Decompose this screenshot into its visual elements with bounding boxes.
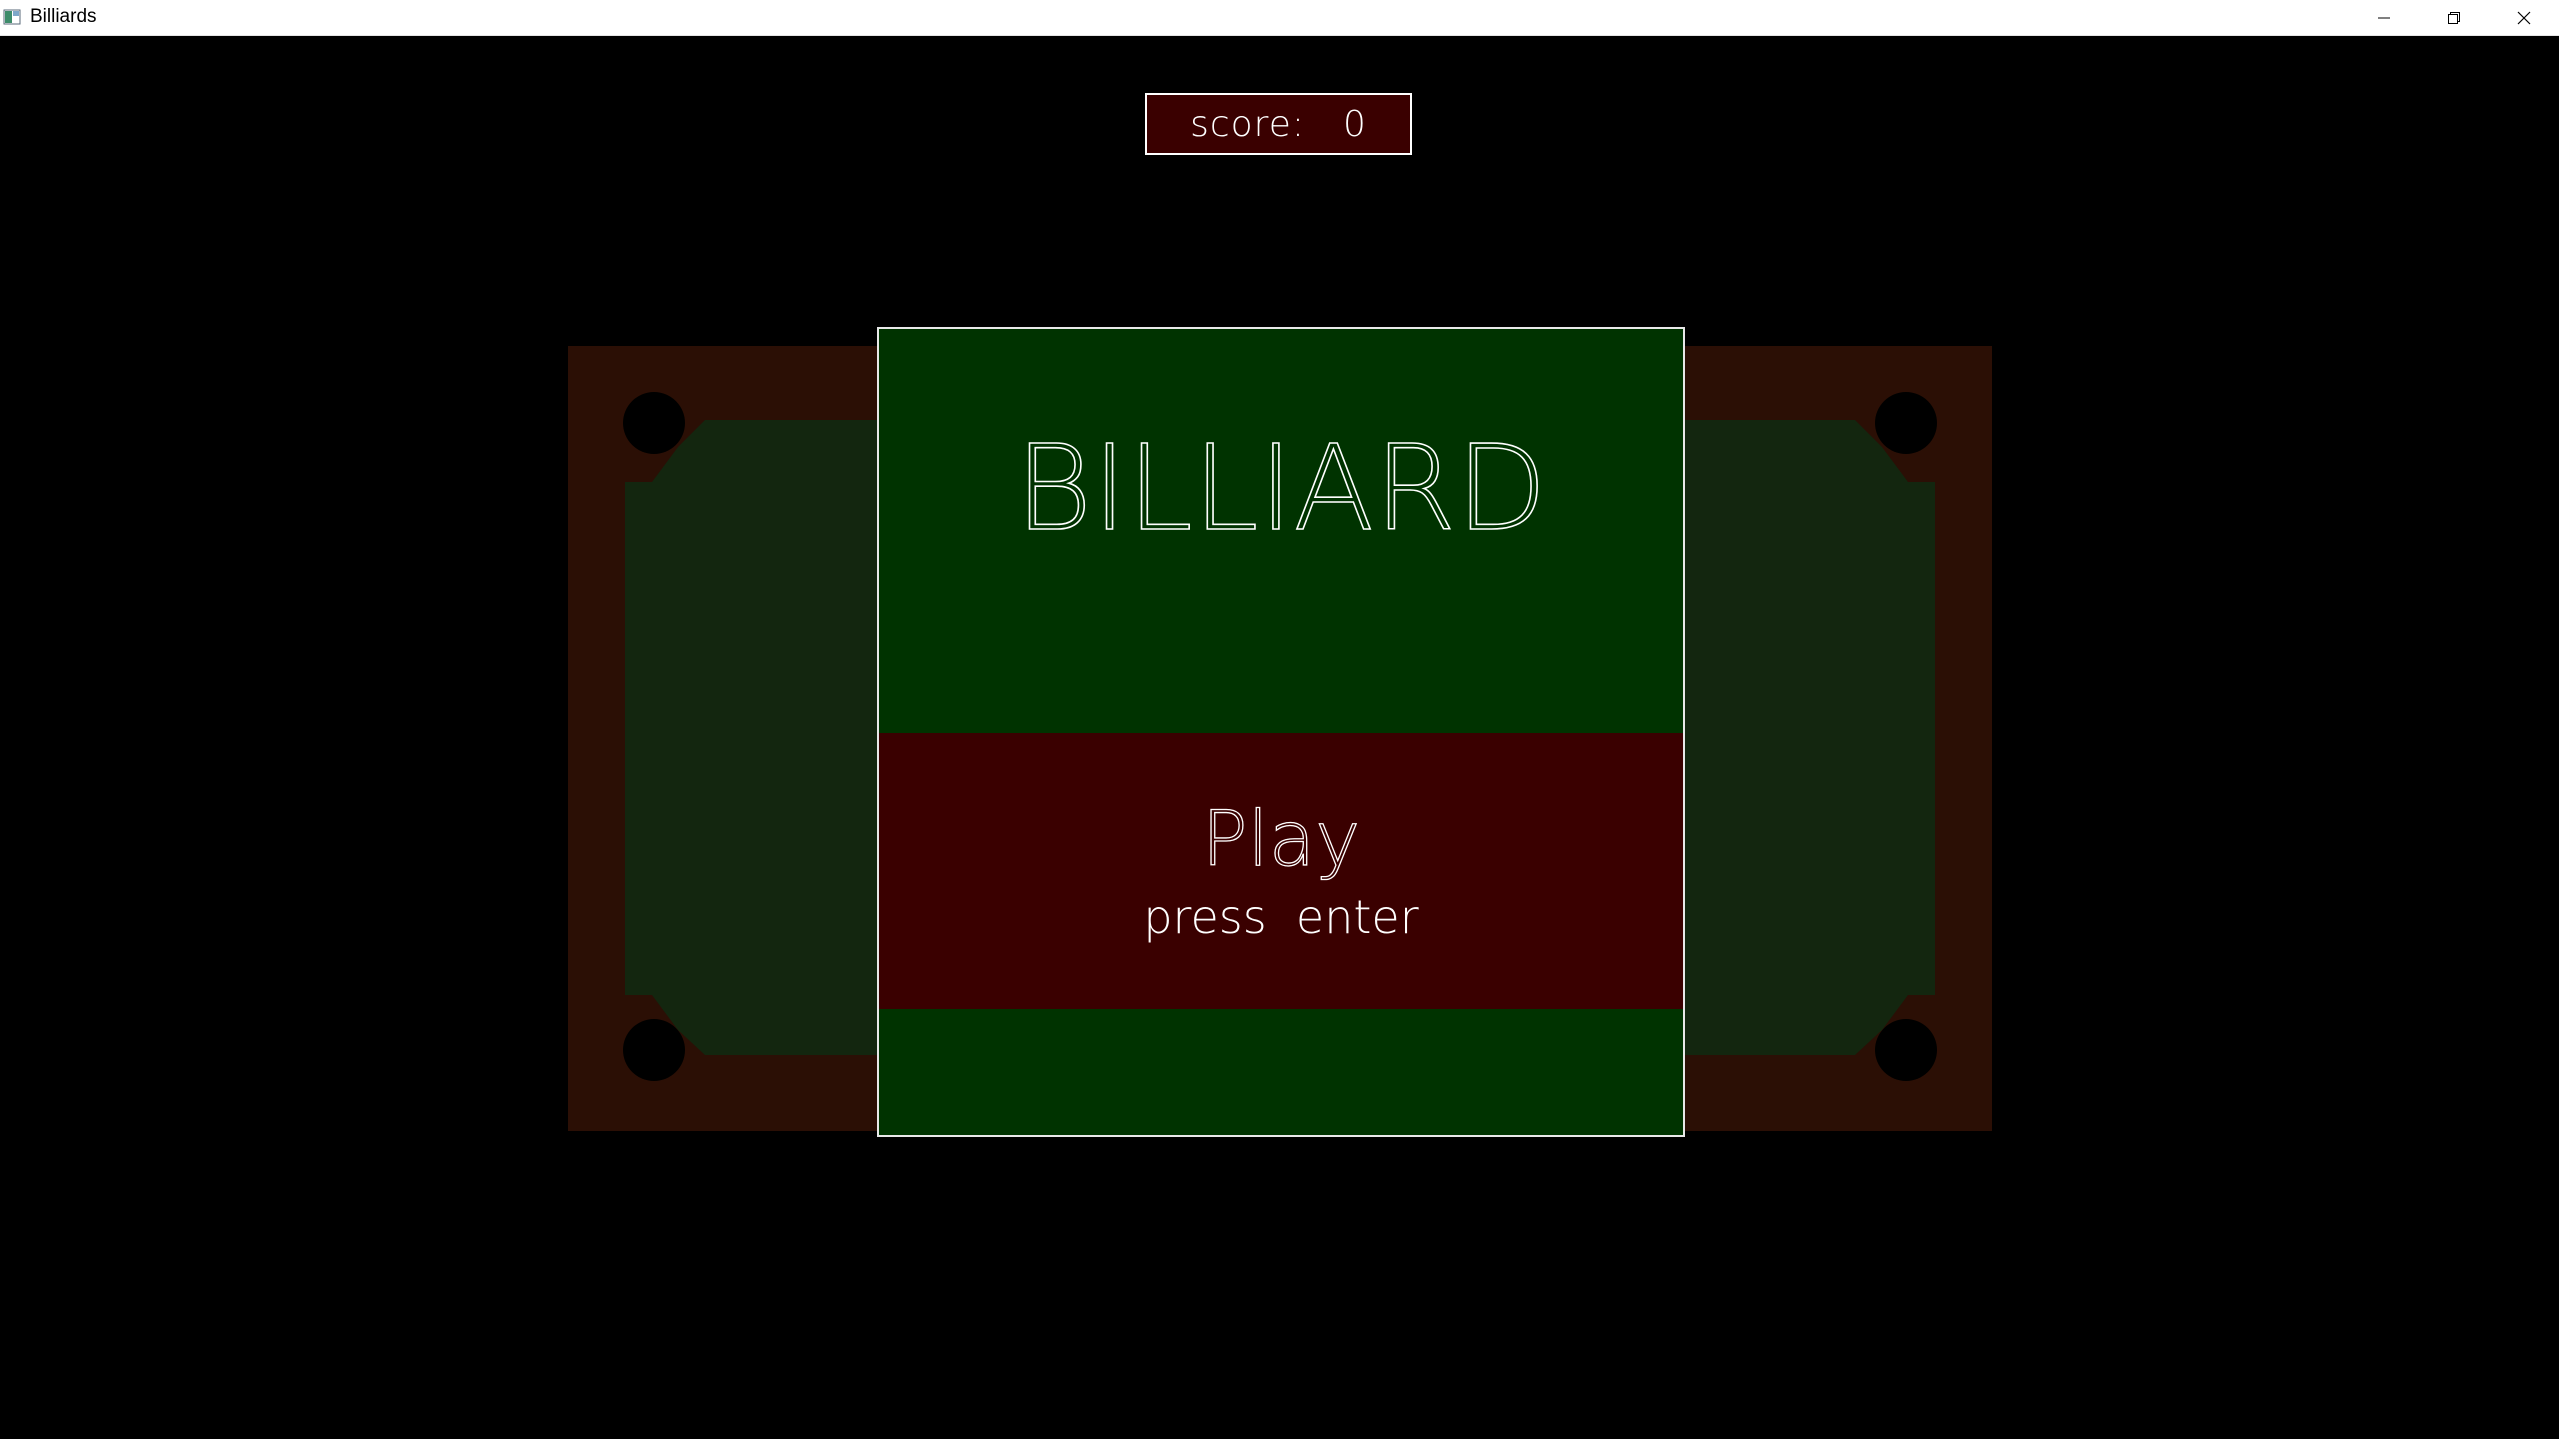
score-display: score: 0 — [1145, 93, 1412, 155]
close-button[interactable] — [2489, 0, 2559, 35]
restore-icon — [2448, 11, 2460, 24]
play-hint: press enter — [1143, 890, 1418, 944]
score-label: score: — [1190, 103, 1305, 145]
pocket-top-left — [623, 392, 685, 454]
restore-button[interactable] — [2419, 0, 2489, 35]
main-menu-panel: BILLIARD Play press enter — [877, 327, 1685, 1137]
play-label: Play — [1202, 794, 1361, 883]
pocket-bottom-left — [623, 1019, 685, 1081]
game-window: Billiards score: 0 BILLIARD Play press e… — [0, 0, 2559, 1439]
minimize-button[interactable] — [2349, 0, 2419, 35]
play-button-graphic: Play press enter — [1143, 793, 1418, 944]
play-button[interactable]: Play press enter — [879, 733, 1683, 1009]
app-icon — [3, 9, 21, 25]
pocket-bottom-right — [1875, 1019, 1937, 1081]
score-value: 0 — [1342, 103, 1367, 145]
title-bar[interactable]: Billiards — [0, 0, 2559, 36]
game-title: BILLIARD — [1014, 418, 1548, 558]
close-icon — [2517, 11, 2531, 24]
game-title-text: BILLIARD — [1015, 419, 1547, 557]
window-title: Billiards — [30, 6, 97, 27]
minimize-icon — [2378, 17, 2390, 18]
pocket-top-right — [1875, 392, 1937, 454]
